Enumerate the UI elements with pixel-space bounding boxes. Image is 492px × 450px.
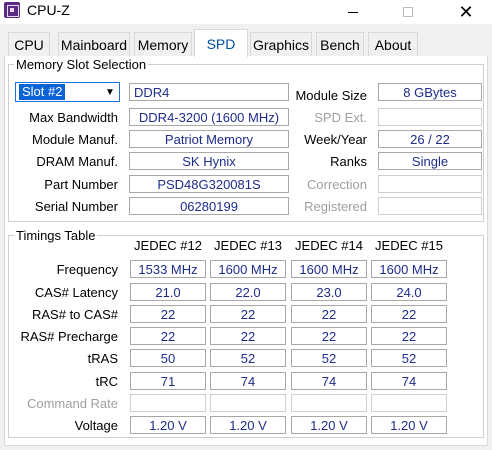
timing-cell: 74 [210, 372, 286, 390]
timing-cell: 24.0 [371, 283, 447, 301]
maximize-icon [403, 7, 413, 17]
window-title: CPU-Z [27, 2, 70, 18]
max-bandwidth-field: DDR4-3200 (1600 MHz) [129, 108, 289, 126]
timing-cell: 22 [130, 305, 206, 323]
maximize-button[interactable] [385, 0, 431, 24]
timing-cell: 22 [371, 327, 447, 345]
timings-group-title: Timings Table [14, 228, 98, 243]
dram-manuf-label: DRAM Manuf. [36, 154, 118, 169]
timing-cell [371, 394, 447, 412]
timing-row-label: CAS# Latency [34, 285, 118, 300]
week-year-label: Week/Year [304, 132, 367, 147]
timing-cell: 22 [371, 305, 447, 323]
timing-cell: 22 [291, 305, 367, 323]
module-manuf-field: Patriot Memory [129, 130, 289, 148]
part-number-label: Part Number [44, 177, 118, 192]
tab-spd-active-label: SPD [206, 35, 236, 52]
memory-type-field: DDR4 [129, 83, 289, 101]
timing-cell [130, 394, 206, 412]
ranks-label: Ranks [330, 154, 367, 169]
timing-row-label: Voltage [74, 418, 118, 433]
timing-cell: 74 [371, 372, 447, 390]
slot-select[interactable]: Slot #2 ▼ [15, 82, 120, 102]
timing-cell: 23.0 [291, 283, 367, 301]
timing-cell: 1600 MHz [291, 260, 367, 278]
module-manuf-label: Module Manuf. [32, 132, 118, 147]
column-header: JEDEC #13 [214, 238, 282, 253]
ranks-field: Single [378, 152, 482, 170]
timing-row-label: tRAS [87, 351, 118, 366]
timing-cell: 22 [210, 327, 286, 345]
spd-ext-label: SPD Ext. [314, 110, 367, 125]
timing-row-label: tRC [95, 374, 118, 389]
timing-row-label: Command Rate [26, 396, 118, 411]
timing-cell: 22 [291, 327, 367, 345]
timing-cell: 52 [371, 349, 447, 367]
serial-number-field: 06280199 [129, 197, 289, 215]
memory-slot-group-title: Memory Slot Selection [14, 57, 149, 72]
registered-label: Registered [304, 199, 367, 214]
dram-manuf-field: SK Hynix [129, 152, 289, 170]
tab-bench[interactable]: Bench [316, 32, 364, 56]
timing-row-label: RAS# to CAS# [32, 307, 118, 322]
tab-graphics[interactable]: Graphics [250, 32, 312, 56]
cpuz-app-icon [4, 2, 20, 18]
timing-cell: 1.20 V [130, 416, 206, 434]
correction-field [378, 175, 482, 193]
module-size-field: 8 GBytes [378, 83, 482, 101]
timing-cell: 1.20 V [291, 416, 367, 434]
tab-cpu[interactable]: CPU [8, 32, 50, 56]
max-bandwidth-label: Max Bandwidth [29, 110, 118, 125]
tab-memory[interactable]: Memory [134, 32, 192, 56]
timing-cell: 22 [210, 305, 286, 323]
close-icon: ✕ [458, 2, 474, 22]
column-header: JEDEC #14 [295, 238, 363, 253]
part-number-field: PSD48G320081S [129, 175, 289, 193]
week-year-field: 26 / 22 [378, 130, 482, 148]
timing-cell: 1.20 V [371, 416, 447, 434]
column-header: JEDEC #12 [134, 238, 202, 253]
timing-cell: 22 [130, 327, 206, 345]
module-size-label: Module Size [295, 88, 367, 103]
tab-spd-active[interactable]: SPD [194, 29, 248, 57]
timing-cell: 71 [130, 372, 206, 390]
spd-ext-field [378, 108, 482, 126]
tab-mainboard[interactable]: Mainboard [58, 32, 130, 56]
slot-select-value: Slot #2 [19, 84, 66, 100]
timing-cell [210, 394, 286, 412]
timing-cell: 52 [210, 349, 286, 367]
chevron-down-icon: ▼ [105, 86, 115, 98]
timing-cell: 50 [130, 349, 206, 367]
timing-row-label: Frequency [56, 262, 118, 277]
timing-cell: 21.0 [130, 283, 206, 301]
title-bar: CPU-Z ✕ [0, 0, 492, 24]
timing-cell: 1.20 V [210, 416, 286, 434]
timing-cell: 74 [291, 372, 367, 390]
timing-cell: 1600 MHz [371, 260, 447, 278]
timing-cell: 52 [291, 349, 367, 367]
timing-row-label: RAS# Precharge [20, 329, 118, 344]
minimize-button[interactable] [330, 0, 376, 24]
timing-cell: 22.0 [210, 283, 286, 301]
serial-number-label: Serial Number [34, 199, 118, 214]
tab-about[interactable]: About [368, 32, 418, 56]
column-header: JEDEC #15 [375, 238, 443, 253]
timing-cell: 1533 MHz [130, 260, 206, 278]
timing-cell: 1600 MHz [210, 260, 286, 278]
registered-field [378, 197, 482, 215]
close-button[interactable]: ✕ [443, 0, 489, 24]
minimize-icon [348, 11, 358, 13]
correction-label: Correction [307, 177, 367, 192]
timing-cell [291, 394, 367, 412]
